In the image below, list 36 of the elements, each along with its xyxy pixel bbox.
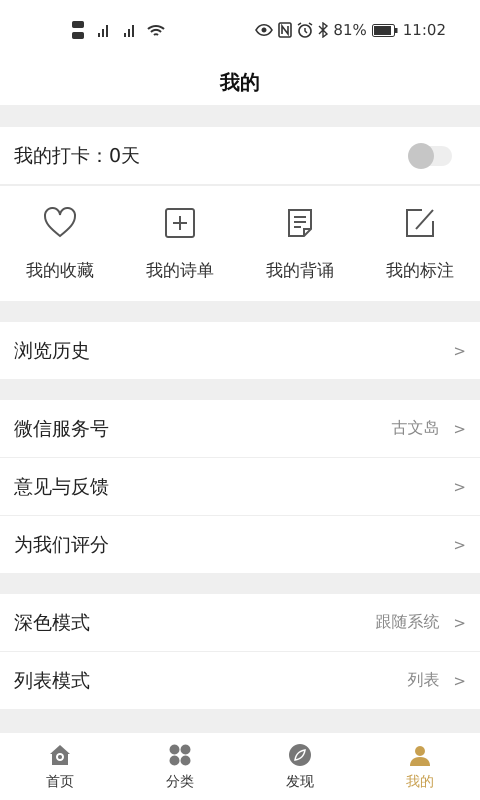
- clock-time: 11:02: [402, 21, 446, 39]
- shortcut-button[interactable]: 我的收藏: [0, 186, 120, 301]
- nfc-icon: [278, 22, 292, 38]
- chevron: >: [453, 342, 466, 360]
- chevron: >: [453, 420, 466, 438]
- bluetooth-icon: [318, 22, 328, 38]
- chevron: >: [453, 536, 466, 554]
- checkin-label: 我的打卡：0天: [14, 144, 142, 168]
- menu-item-label[interactable]: 深色模式: [14, 610, 376, 636]
- menu-item-label[interactable]: 浏览历史: [14, 338, 454, 364]
- compass-icon: [288, 742, 312, 766]
- menu-item-label[interactable]: 列表模式: [14, 668, 408, 694]
- chevron: >: [453, 478, 466, 496]
- nav-tab[interactable]: 发现: [240, 733, 360, 800]
- menu-item-value: 列表: [407, 670, 440, 691]
- nav-tab[interactable]: 首页: [0, 733, 120, 800]
- battery-percent: 81%: [333, 21, 367, 39]
- checkin-toggle[interactable]: [408, 146, 452, 166]
- menu-item-label[interactable]: 为我们评分: [14, 532, 454, 558]
- shortcut-button[interactable]: 我的背诵: [240, 186, 360, 301]
- menu-item-value: 古文岛: [391, 418, 440, 439]
- alarm-icon: [297, 22, 314, 38]
- menu-item-label[interactable]: 意见与反馈: [14, 474, 454, 500]
- eye-icon: [255, 23, 274, 37]
- home-icon: [48, 742, 72, 766]
- shortcut-button[interactable]: 我的诗单: [120, 186, 240, 301]
- page-title: 我的: [220, 69, 260, 96]
- menu-item-label[interactable]: 微信服务号: [14, 416, 392, 442]
- chevron: >: [453, 672, 466, 690]
- shortcut-button[interactable]: 我的标注: [360, 186, 480, 301]
- battery-icon: [372, 24, 398, 36]
- grid-icon: [168, 742, 192, 766]
- nav-tab[interactable]: 分类: [120, 733, 240, 800]
- add-icon: [162, 205, 198, 241]
- chevron: >: [453, 614, 466, 632]
- menu-item-value: 跟随系统: [375, 612, 440, 633]
